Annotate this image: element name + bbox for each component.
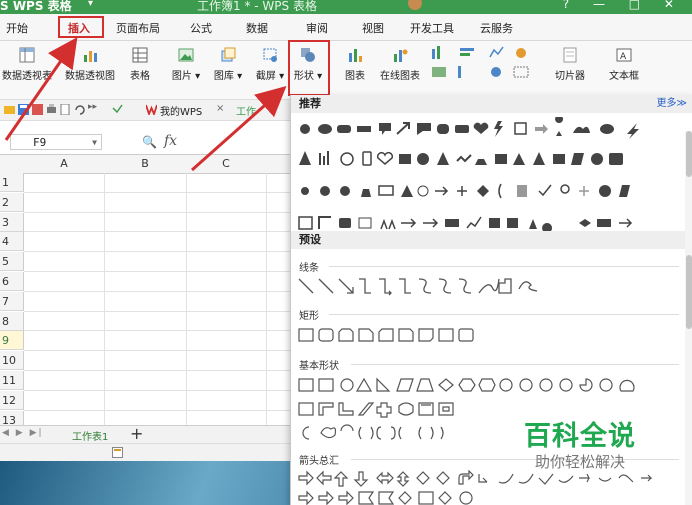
- arrow-to-insert-icon: [4, 37, 78, 141]
- arrow-to-shapes-icon: [191, 86, 287, 172]
- annotation-arrows: [4, 37, 287, 172]
